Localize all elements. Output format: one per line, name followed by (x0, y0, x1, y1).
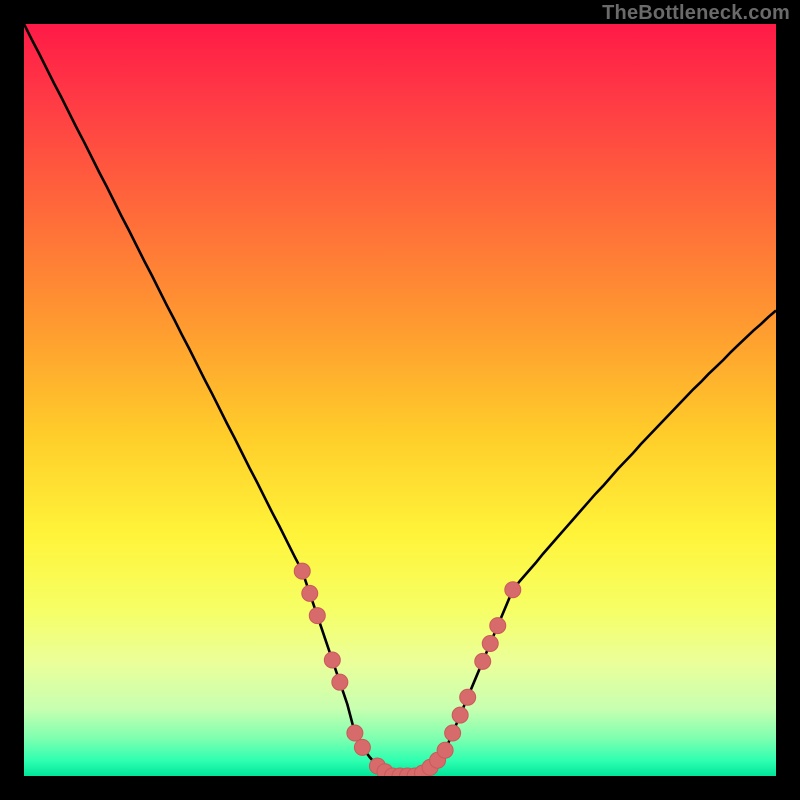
curve-marker (302, 585, 318, 601)
curve-marker (460, 689, 476, 705)
curve-marker (309, 608, 325, 624)
curve-marker (445, 725, 461, 741)
curve-marker (452, 707, 468, 723)
curve-marker (437, 742, 453, 758)
curve-markers (294, 563, 521, 776)
attribution-label: TheBottleneck.com (602, 2, 790, 25)
curve-marker (294, 563, 310, 579)
curve-marker (482, 636, 498, 652)
curve-marker (332, 674, 348, 690)
plot-area (24, 24, 776, 776)
curve-marker (490, 618, 506, 634)
curve-marker (347, 725, 363, 741)
bottleneck-curve (24, 24, 776, 776)
curve-marker (475, 653, 491, 669)
chart-frame: TheBottleneck.com (0, 0, 800, 800)
curve-marker (505, 582, 521, 598)
curve-marker (354, 739, 370, 755)
curve-marker (324, 652, 340, 668)
curve-line (24, 24, 776, 776)
